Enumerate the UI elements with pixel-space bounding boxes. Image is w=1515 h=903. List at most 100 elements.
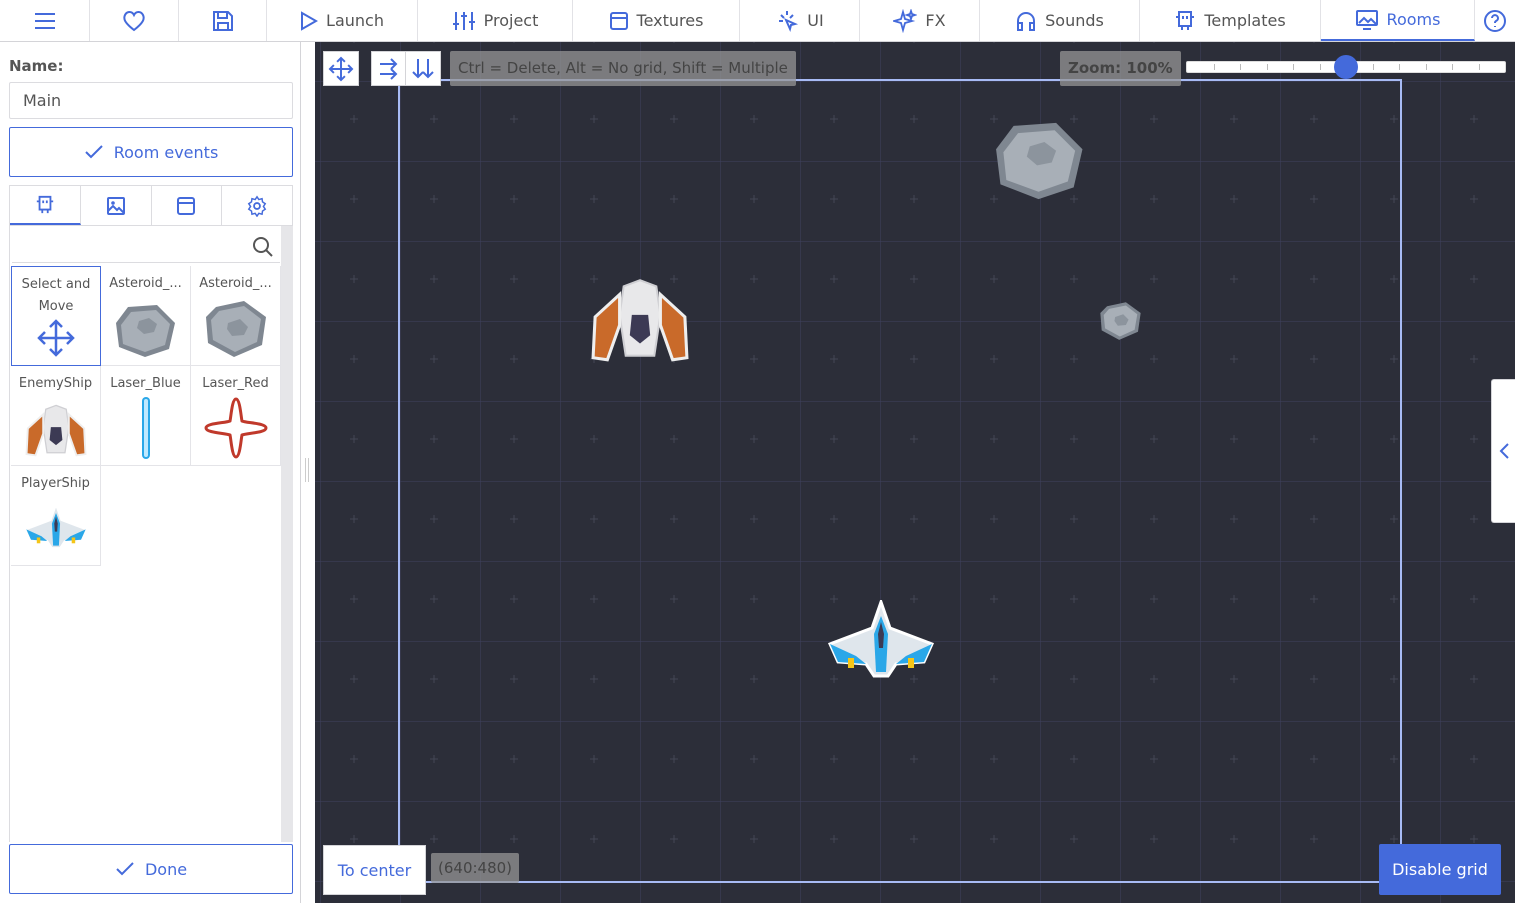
tab-sounds-label: Sounds (1045, 11, 1104, 30)
sliders-icon (452, 11, 475, 30)
slider-tick (1373, 64, 1374, 70)
tab-templates[interactable]: Templates (1140, 0, 1321, 41)
play-icon (301, 10, 319, 31)
player-ship-icon (24, 503, 87, 549)
template-label: Laser_Red (202, 376, 269, 391)
template-select-move[interactable]: Select and Move (11, 266, 101, 366)
done-label: Done (144, 859, 188, 879)
tab-sounds[interactable]: Sounds (980, 0, 1140, 41)
tab-textures-label: Textures (636, 11, 704, 30)
room-icon (1355, 9, 1378, 30)
tab-templates-list[interactable] (10, 186, 81, 225)
template-player-ship[interactable]: PlayerShip (11, 466, 101, 566)
slider-tick (1426, 64, 1427, 70)
enemy-ship-instance[interactable] (589, 278, 691, 364)
slider-tick (1479, 64, 1480, 70)
tab-room-settings[interactable] (222, 186, 292, 225)
tab-project[interactable]: Project (418, 0, 573, 41)
top-menu-bar: Launch Project Textures UI FX Sounds Tem… (0, 0, 1515, 42)
slider-tick (1214, 64, 1215, 70)
sidebar-subtabs (9, 185, 293, 226)
player-ship-instance[interactable] (825, 600, 937, 680)
template-asteroid-1[interactable]: Asteroid_... (101, 266, 191, 366)
laser-blue-icon (141, 397, 150, 459)
tab-ui[interactable]: UI (740, 0, 860, 41)
pointer-icon (779, 10, 799, 32)
template-enemy-ship[interactable]: EnemyShip (11, 366, 101, 466)
tab-rooms[interactable]: Rooms (1321, 0, 1475, 41)
chevron-left-icon (1499, 443, 1509, 459)
room-canvas[interactable]: Ctrl = Delete, Alt = No grid, Shift = Mu… (315, 42, 1515, 903)
tab-rooms-label: Rooms (1386, 10, 1441, 29)
save-icon (212, 10, 233, 31)
shortcut-hint: Ctrl = Delete, Alt = No grid, Shift = Mu… (450, 51, 796, 86)
tab-launch-label: Launch (326, 11, 384, 30)
favorite-button[interactable] (90, 0, 179, 41)
sidebar-resize-handle[interactable] (305, 458, 309, 482)
arrows-down-icon (412, 58, 434, 78)
template-label: EnemyShip (18, 376, 93, 391)
cursor-coordinates: (640:480) (431, 853, 520, 883)
tab-launch[interactable]: Launch (267, 0, 418, 41)
template-label: Laser_Blue (110, 376, 181, 391)
tab-tiles[interactable] (152, 186, 223, 225)
template-laser-blue[interactable]: Laser_Blue (101, 366, 191, 466)
template-laser-red[interactable]: Laser_Red (191, 366, 281, 466)
template-list-area: Select and Move Asteroid_... Asteroid_..… (9, 226, 293, 842)
slider-tick (1320, 64, 1321, 70)
sort-horizontal-button[interactable] (371, 51, 406, 86)
save-button[interactable] (179, 0, 267, 41)
search-icon (253, 237, 273, 257)
expand-panel-button[interactable] (1491, 379, 1515, 523)
tab-backgrounds[interactable] (81, 186, 152, 225)
menu-button[interactable] (0, 0, 90, 41)
slider-tick (1399, 64, 1400, 70)
check-icon (85, 145, 103, 159)
room-events-button[interactable]: Room events (9, 127, 293, 177)
template-search-input[interactable] (12, 230, 280, 263)
scrollbar[interactable] (281, 226, 293, 842)
image-icon (106, 196, 125, 215)
asteroid-icon (115, 305, 175, 357)
zoom-slider[interactable] (1186, 55, 1506, 79)
robot-icon (1176, 10, 1195, 30)
move-tool-button[interactable] (323, 51, 359, 86)
asteroid-instance-large[interactable] (990, 120, 1090, 202)
name-label: Name: (9, 57, 64, 75)
asteroid-instance-small[interactable] (1099, 300, 1142, 342)
template-asteroid-2[interactable]: Asteroid_... (191, 266, 281, 366)
room-boundary (398, 79, 1402, 883)
texture-icon (177, 196, 196, 215)
asteroid-icon (205, 301, 266, 357)
robot-icon (36, 195, 54, 213)
template-label: Asteroid_... (109, 276, 182, 291)
sort-vertical-button[interactable] (405, 51, 441, 86)
slider-tick (1240, 64, 1241, 70)
hamburger-icon (34, 12, 55, 29)
enemy-ship-icon (25, 404, 86, 457)
help-button[interactable] (1475, 0, 1515, 41)
to-center-button[interactable]: To center (323, 845, 426, 895)
texture-icon (609, 11, 628, 30)
done-button[interactable]: Done (9, 844, 293, 894)
tab-fx-label: FX (925, 11, 946, 30)
move-icon (328, 56, 354, 81)
check-icon (116, 862, 134, 876)
disable-grid-button[interactable]: Disable grid (1379, 844, 1501, 895)
tab-ui-label: UI (807, 11, 824, 30)
gear-icon (247, 195, 267, 217)
move-icon (37, 319, 75, 357)
room-events-label: Room events (113, 142, 219, 162)
zoom-label: Zoom: 100% (1060, 51, 1181, 86)
zoom-slider-knob[interactable] (1334, 55, 1358, 79)
tab-templates-label: Templates (1204, 11, 1286, 30)
laser-red-icon (203, 397, 268, 459)
room-name-input[interactable]: Main (9, 82, 293, 119)
heart-icon (123, 10, 145, 31)
sparkles-icon (893, 8, 918, 33)
tab-project-label: Project (483, 11, 539, 30)
tab-fx[interactable]: FX (860, 0, 980, 41)
tab-textures[interactable]: Textures (573, 0, 740, 41)
slider-tick (1267, 64, 1268, 70)
slider-tick (1452, 64, 1453, 70)
